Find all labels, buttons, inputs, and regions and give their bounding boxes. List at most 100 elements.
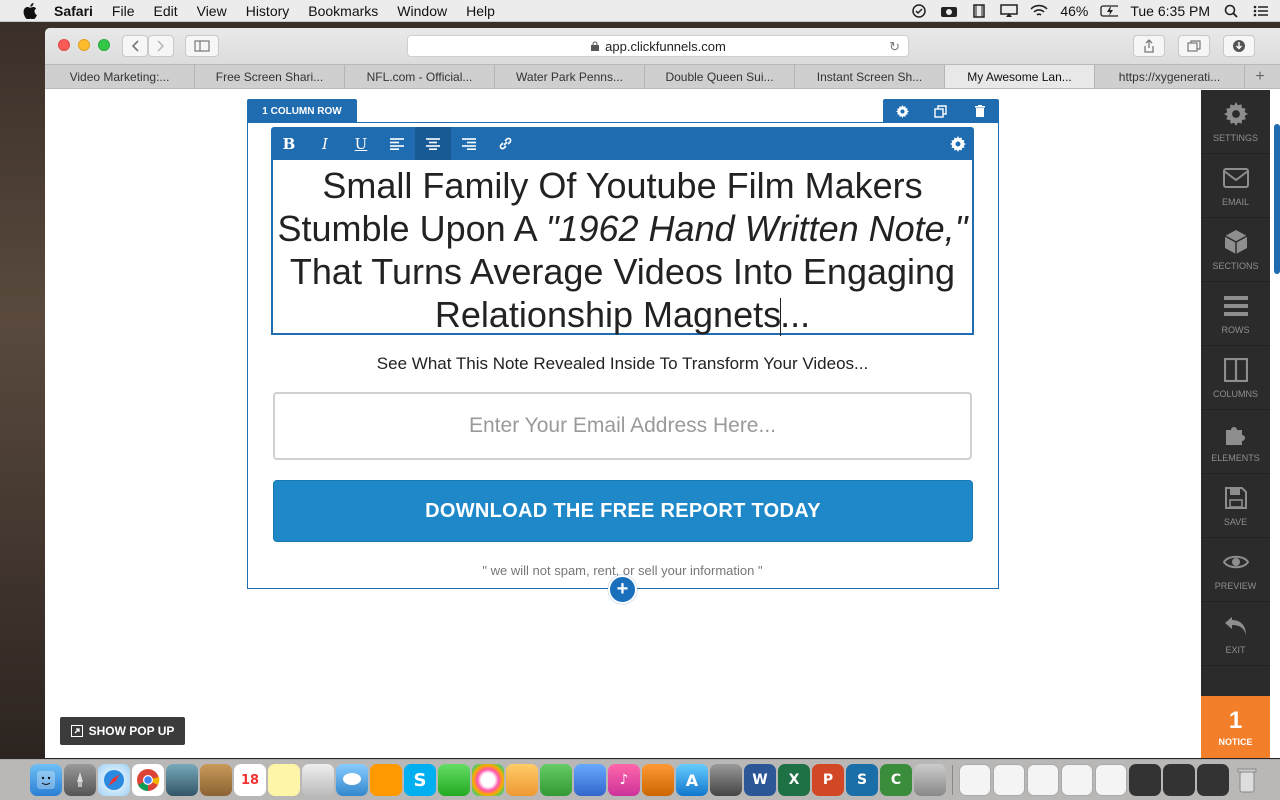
menu-window[interactable]: Window bbox=[397, 3, 447, 19]
notification-center-icon[interactable] bbox=[1252, 4, 1270, 18]
excel-icon[interactable]: X bbox=[778, 764, 810, 796]
document-thumbnail-icon[interactable] bbox=[959, 764, 991, 796]
sidebar-save[interactable]: SAVE bbox=[1201, 474, 1270, 538]
ibooks-icon[interactable] bbox=[642, 764, 674, 796]
preview-app-icon[interactable] bbox=[166, 764, 198, 796]
sidebar-sections[interactable]: SECTIONS bbox=[1201, 218, 1270, 282]
scrollbar-thumb[interactable] bbox=[1274, 124, 1280, 274]
contacts-icon[interactable] bbox=[200, 764, 232, 796]
show-popup-button[interactable]: SHOW POP UP bbox=[60, 717, 185, 745]
downloads-button[interactable] bbox=[1223, 35, 1255, 57]
system-preferences-icon[interactable] bbox=[710, 764, 742, 796]
messages-icon[interactable] bbox=[336, 764, 368, 796]
headline-text[interactable]: Small Family Of Youtube Film Makers Stum… bbox=[275, 164, 970, 337]
photos-icon[interactable] bbox=[472, 764, 504, 796]
share-button[interactable] bbox=[1133, 35, 1165, 57]
menu-history[interactable]: History bbox=[246, 3, 290, 19]
apple-icon[interactable] bbox=[20, 2, 40, 19]
pages-icon[interactable] bbox=[506, 764, 538, 796]
notice-badge[interactable]: 1 NOTICE bbox=[1201, 696, 1270, 758]
airplay-icon[interactable] bbox=[1000, 4, 1019, 18]
email-input[interactable] bbox=[273, 392, 972, 460]
wifi-icon[interactable] bbox=[1030, 4, 1048, 18]
browser-tab[interactable]: NFL.com - Official... bbox=[345, 65, 495, 88]
browser-tab[interactable]: https://xygenerati... bbox=[1095, 65, 1245, 88]
itunes-icon[interactable]: ♪ bbox=[608, 764, 640, 796]
new-tab-button[interactable]: + bbox=[1245, 65, 1275, 88]
reload-icon[interactable]: ↻ bbox=[889, 39, 900, 55]
row-settings-gear-icon[interactable] bbox=[895, 104, 909, 118]
add-row-button[interactable]: + bbox=[608, 575, 637, 604]
document-thumbnail-icon[interactable] bbox=[1197, 764, 1229, 796]
browser-tab[interactable]: Free Screen Shari... bbox=[195, 65, 345, 88]
menu-help[interactable]: Help bbox=[466, 3, 495, 19]
finder-icon[interactable] bbox=[30, 764, 62, 796]
bold-button[interactable]: B bbox=[271, 127, 307, 160]
document-thumbnail-icon[interactable] bbox=[1061, 764, 1093, 796]
spotlight-search-icon[interactable] bbox=[1222, 4, 1240, 18]
browser-tab[interactable]: Video Marketing:... bbox=[45, 65, 195, 88]
reminders-icon[interactable] bbox=[302, 764, 334, 796]
maximize-window-button[interactable] bbox=[98, 39, 110, 51]
element-settings-gear-icon[interactable] bbox=[950, 136, 966, 152]
launchpad-icon[interactable] bbox=[64, 764, 96, 796]
subheadline[interactable]: See What This Note Revealed Inside To Tr… bbox=[271, 354, 974, 374]
sidebar-exit[interactable]: EXIT bbox=[1201, 602, 1270, 666]
image-capture-icon[interactable] bbox=[914, 764, 946, 796]
calendar-icon[interactable]: 18 bbox=[234, 764, 266, 796]
link-button[interactable] bbox=[487, 127, 523, 160]
clock[interactable]: Tue 6:35 PM bbox=[1130, 3, 1210, 19]
back-button[interactable] bbox=[122, 35, 148, 57]
sidebar-elements[interactable]: ELEMENTS bbox=[1201, 410, 1270, 474]
safari-compass-icon[interactable] bbox=[98, 764, 130, 796]
row-clone-icon[interactable] bbox=[934, 104, 948, 118]
document-thumbnail-icon[interactable] bbox=[993, 764, 1025, 796]
browser-tab[interactable]: Instant Screen Sh... bbox=[795, 65, 945, 88]
browser-tab[interactable]: Double Queen Sui... bbox=[645, 65, 795, 88]
address-bar[interactable]: app.clickfunnels.com ↻ bbox=[407, 35, 909, 57]
join-me-icon[interactable] bbox=[370, 764, 402, 796]
film-icon[interactable] bbox=[970, 4, 988, 18]
menu-app-safari[interactable]: Safari bbox=[54, 3, 93, 19]
close-window-button[interactable] bbox=[58, 39, 70, 51]
row-delete-trash-icon[interactable] bbox=[973, 104, 987, 118]
skype-icon[interactable]: S bbox=[404, 764, 436, 796]
checkmark-status-icon[interactable] bbox=[910, 4, 928, 18]
browser-tab-active[interactable]: My Awesome Lan... bbox=[945, 65, 1095, 88]
align-left-button[interactable] bbox=[379, 127, 415, 160]
tab-overview-button[interactable] bbox=[1178, 35, 1210, 57]
row-type-label[interactable]: 1 COLUMN ROW bbox=[247, 99, 357, 123]
menu-bookmarks[interactable]: Bookmarks bbox=[308, 3, 378, 19]
download-report-button[interactable]: DOWNLOAD THE FREE REPORT TODAY bbox=[273, 480, 973, 542]
document-thumbnail-icon[interactable] bbox=[1129, 764, 1161, 796]
document-thumbnail-icon[interactable] bbox=[1027, 764, 1059, 796]
sidebar-columns[interactable]: COLUMNS bbox=[1201, 346, 1270, 410]
sidebar-toggle-button[interactable] bbox=[185, 35, 219, 57]
keynote-icon[interactable] bbox=[574, 764, 606, 796]
snagit-icon[interactable]: S bbox=[846, 764, 878, 796]
camtasia-icon[interactable]: C bbox=[880, 764, 912, 796]
sidebar-rows[interactable]: ROWS bbox=[1201, 282, 1270, 346]
document-thumbnail-icon[interactable] bbox=[1095, 764, 1127, 796]
numbers-icon[interactable] bbox=[540, 764, 572, 796]
chrome-icon[interactable] bbox=[132, 764, 164, 796]
sidebar-email[interactable]: EMAIL bbox=[1201, 154, 1270, 218]
notes-icon[interactable] bbox=[268, 764, 300, 796]
minimize-window-button[interactable] bbox=[78, 39, 90, 51]
trash-icon[interactable] bbox=[1231, 764, 1263, 796]
menu-edit[interactable]: Edit bbox=[153, 3, 177, 19]
underline-button[interactable]: U bbox=[343, 127, 379, 160]
align-center-button[interactable] bbox=[415, 127, 451, 160]
browser-tab[interactable]: Water Park Penns... bbox=[495, 65, 645, 88]
battery-icon[interactable] bbox=[1100, 4, 1119, 18]
menu-view[interactable]: View bbox=[197, 3, 227, 19]
forward-button[interactable] bbox=[148, 35, 174, 57]
document-thumbnail-icon[interactable] bbox=[1163, 764, 1195, 796]
sidebar-preview[interactable]: PREVIEW bbox=[1201, 538, 1270, 602]
facetime-icon[interactable] bbox=[438, 764, 470, 796]
powerpoint-icon[interactable]: P bbox=[812, 764, 844, 796]
align-right-button[interactable] bbox=[451, 127, 487, 160]
menu-file[interactable]: File bbox=[112, 3, 135, 19]
app-store-icon[interactable]: A bbox=[676, 764, 708, 796]
italic-button[interactable]: I bbox=[307, 127, 343, 160]
